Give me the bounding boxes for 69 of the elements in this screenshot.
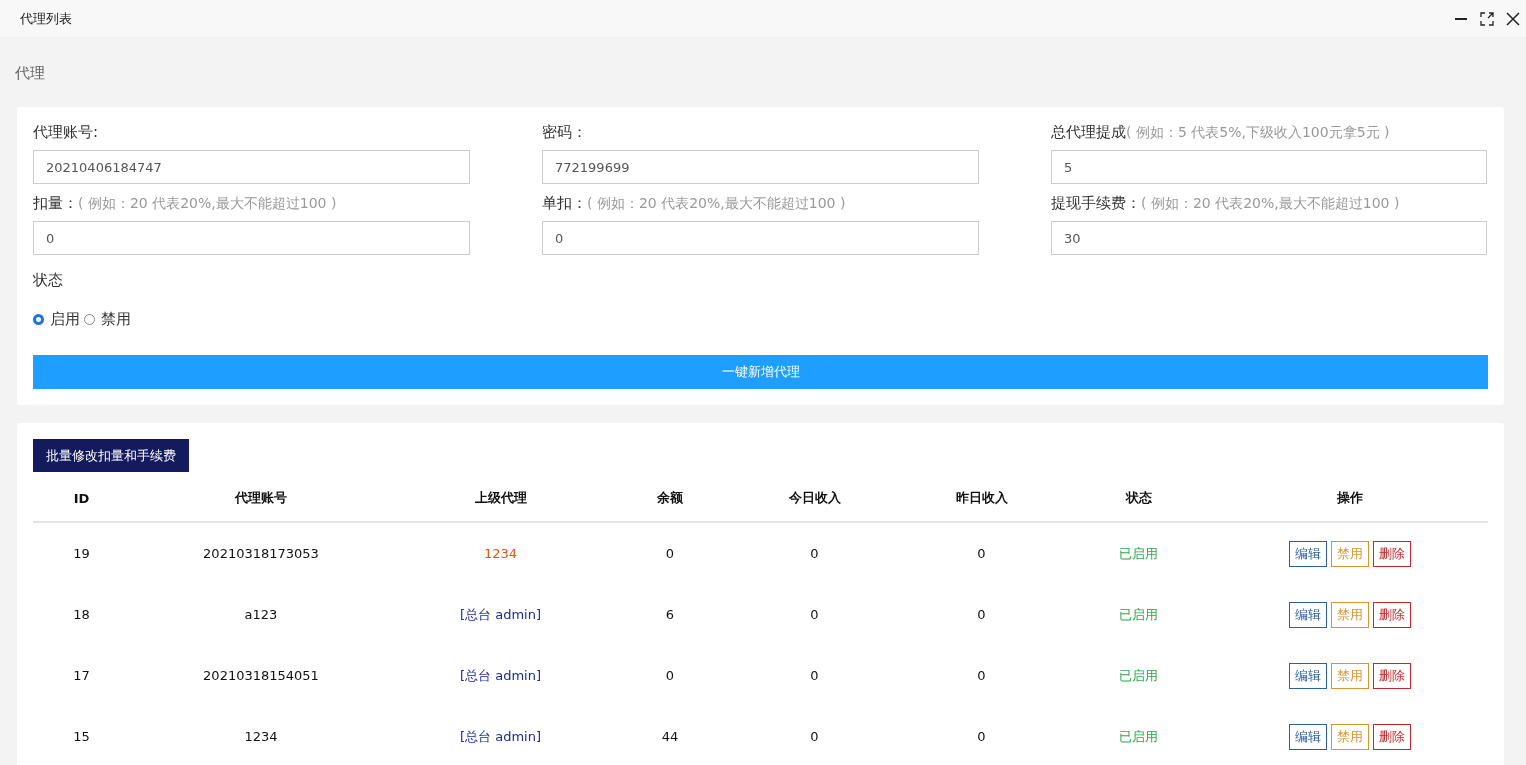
field-label: 单扣： bbox=[542, 194, 587, 212]
input-field[interactable]: 20210406184747 bbox=[33, 150, 470, 184]
delete-button[interactable]: 删除 bbox=[1373, 601, 1411, 628]
table-cell: 1234 bbox=[392, 522, 609, 584]
column-header: 余额 bbox=[609, 478, 731, 522]
input-field[interactable]: 0 bbox=[33, 221, 470, 255]
table-cell-text: 0 bbox=[809, 728, 820, 746]
table-cell: 0 bbox=[731, 522, 898, 584]
edit-button[interactable]: 编辑 bbox=[1289, 723, 1327, 750]
table-cell-text: 0 bbox=[976, 728, 987, 746]
table-cell-text: [总台 admin] bbox=[459, 666, 542, 685]
table-cell-text: 1234 bbox=[243, 728, 279, 746]
input-field[interactable]: 0 bbox=[542, 221, 979, 255]
delete-button[interactable]: 删除 bbox=[1373, 540, 1411, 567]
field-label: 密码： bbox=[542, 123, 587, 141]
delete-button[interactable]: 删除 bbox=[1373, 662, 1411, 689]
status-cell-text: 已启用 bbox=[1118, 727, 1159, 746]
edit-button[interactable]: 编辑 bbox=[1289, 662, 1327, 689]
table-cell-text: 6 bbox=[664, 606, 676, 624]
edit-button[interactable]: 编辑 bbox=[1289, 540, 1327, 567]
input-field[interactable]: 30 bbox=[1051, 221, 1487, 255]
column-header: 状态 bbox=[1065, 478, 1212, 522]
column-header: ID bbox=[33, 478, 130, 522]
column-header: 代理账号 bbox=[130, 478, 392, 522]
status-cell-text: 已启用 bbox=[1118, 605, 1159, 624]
column-header: 上级代理 bbox=[392, 478, 609, 522]
table-cell-text: [总台 admin] bbox=[459, 727, 542, 746]
field-hint: ( 例如：20 代表20%,最大不能超过100 ) bbox=[78, 195, 337, 211]
column-header: 昨日收入 bbox=[898, 478, 1065, 522]
table-cell-text: a123 bbox=[243, 606, 279, 624]
delete-button[interactable]: 删除 bbox=[1373, 723, 1411, 750]
radio-button[interactable] bbox=[33, 314, 44, 325]
column-header: 今日收入 bbox=[731, 478, 898, 522]
table-cell: 0 bbox=[898, 522, 1065, 584]
table-cell-text: [总台 admin] bbox=[459, 605, 542, 624]
maximize-icon[interactable] bbox=[1480, 11, 1494, 26]
field-hint: ( 例如：5 代表5%,下级收入100元拿5元 ) bbox=[1126, 124, 1390, 140]
field-hint: ( 例如：20 代表20%,最大不能超过100 ) bbox=[587, 195, 846, 211]
table-cell-text: 20210318154051 bbox=[202, 667, 320, 685]
close-icon[interactable] bbox=[1506, 11, 1520, 26]
field-hint: ( 例如：20 代表20%,最大不能超过100 ) bbox=[1141, 195, 1400, 211]
radio-label: 禁用 bbox=[101, 310, 131, 329]
table-cell-text: 0 bbox=[809, 667, 820, 685]
table-cell-text: 0 bbox=[809, 606, 820, 624]
table-cell-text: 0 bbox=[976, 606, 987, 624]
field-label: 提现手续费： bbox=[1051, 194, 1141, 212]
edit-button[interactable]: 编辑 bbox=[1289, 601, 1327, 628]
table-cell: 0 bbox=[609, 522, 731, 584]
window-title: 代理列表 bbox=[20, 9, 72, 28]
status-cell: 已启用 bbox=[1065, 522, 1212, 584]
input-field[interactable]: 772199699 bbox=[542, 150, 979, 184]
field-label: 扣量： bbox=[33, 194, 78, 212]
table-cell: 20210318173053 bbox=[130, 522, 392, 584]
field-label: 总代理提成 bbox=[1051, 123, 1126, 141]
field-label: 代理账号: bbox=[33, 123, 99, 141]
column-header: 操作 bbox=[1212, 478, 1488, 522]
table-cell-text: 0 bbox=[664, 667, 676, 685]
status-cell-text: 已启用 bbox=[1118, 666, 1159, 685]
batch-edit-button[interactable]: 批量修改扣量和手续费 bbox=[33, 439, 189, 472]
section-title: 代理 bbox=[15, 63, 46, 83]
table-cell-text: 15 bbox=[72, 728, 91, 746]
status-label: 状态 bbox=[33, 271, 64, 290]
table-cell-text: 18 bbox=[72, 606, 91, 624]
table-cell-text: 17 bbox=[72, 667, 91, 685]
table-cell-text: 0 bbox=[976, 667, 987, 685]
table-cell: 19 bbox=[33, 522, 130, 584]
input-field[interactable]: 5 bbox=[1051, 150, 1487, 184]
table-cell-text: 44 bbox=[660, 728, 680, 746]
radio-label: 启用 bbox=[50, 310, 80, 329]
